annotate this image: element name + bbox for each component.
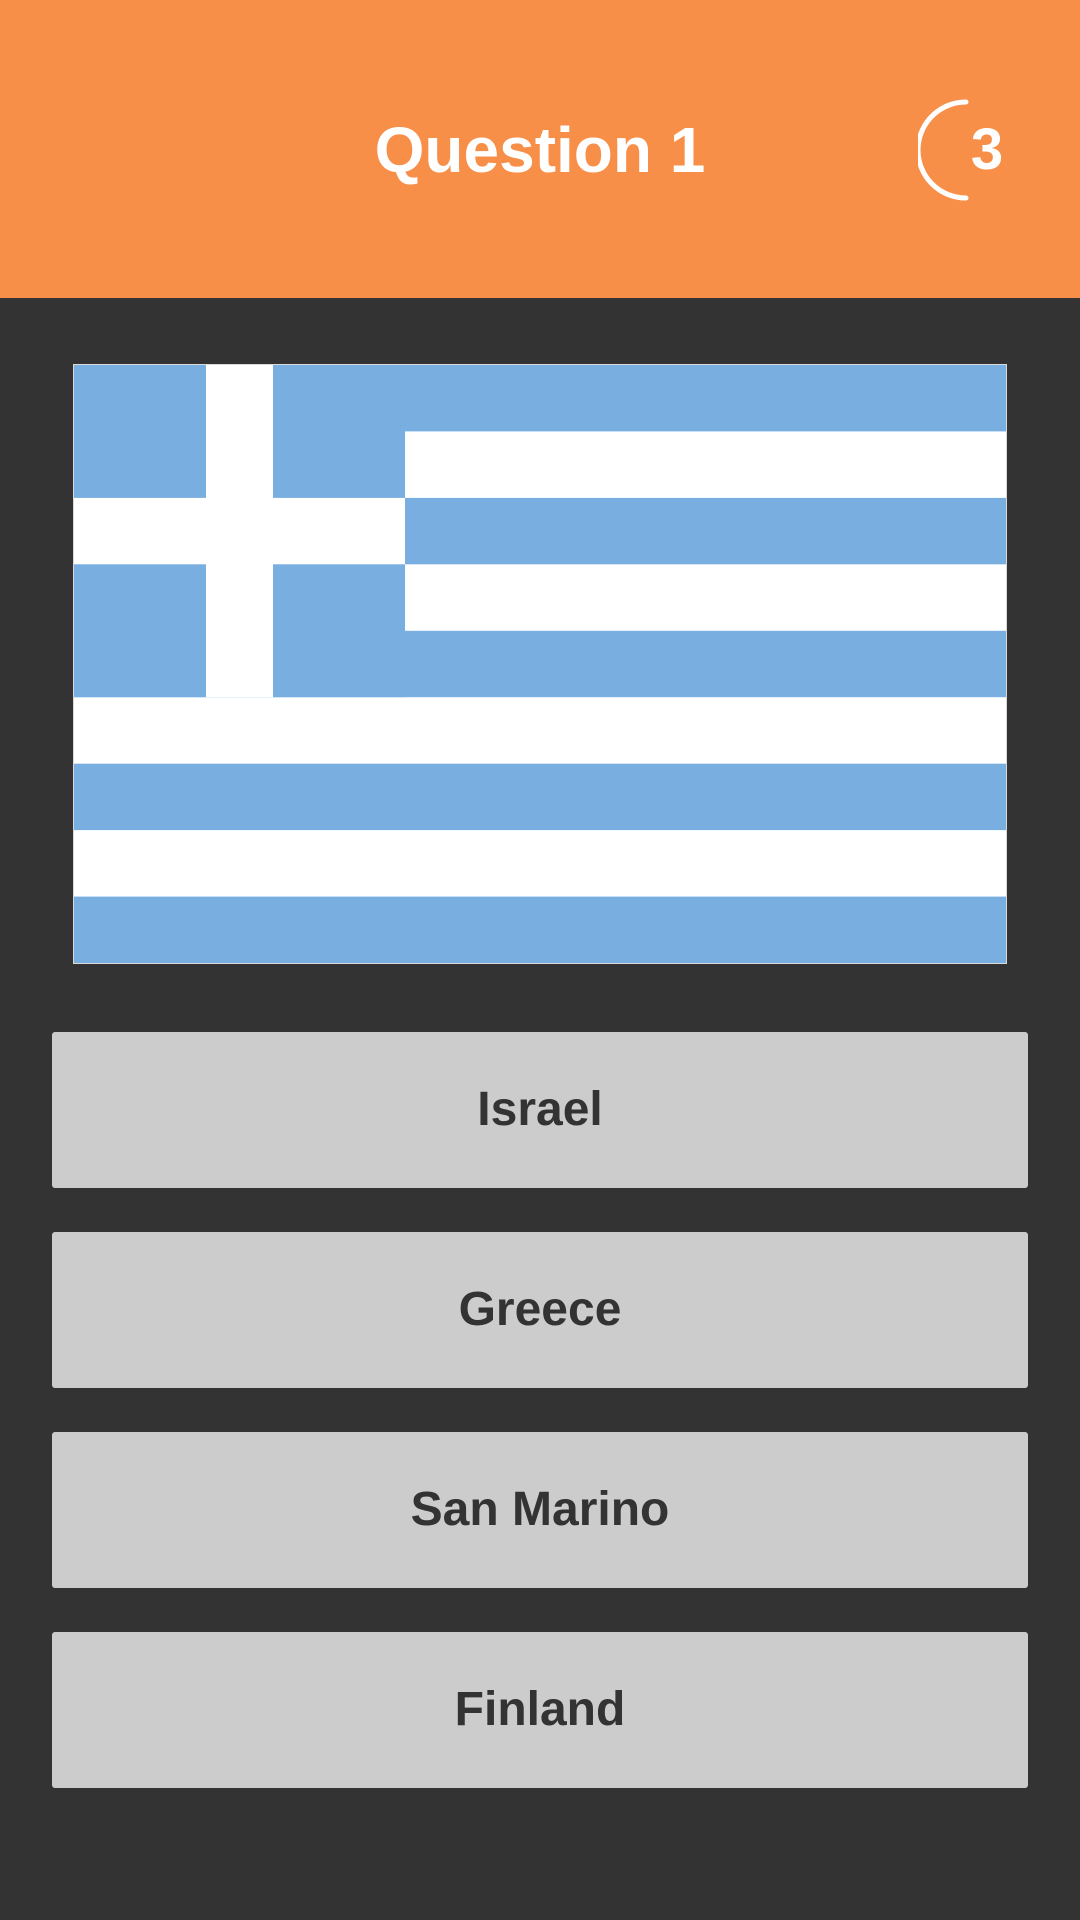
answer-button-san-marino[interactable]: San Marino	[52, 1432, 1028, 1588]
greece-flag-icon	[74, 365, 1006, 963]
flag-image	[73, 364, 1007, 964]
countdown-timer: 3	[918, 98, 1022, 202]
question-header: Question 1 3	[0, 0, 1080, 298]
answer-button-finland[interactable]: Finland	[52, 1632, 1028, 1788]
answer-button-greece[interactable]: Greece	[52, 1232, 1028, 1388]
answer-button-israel[interactable]: Israel	[52, 1032, 1028, 1188]
timer-value: 3	[970, 117, 1004, 182]
